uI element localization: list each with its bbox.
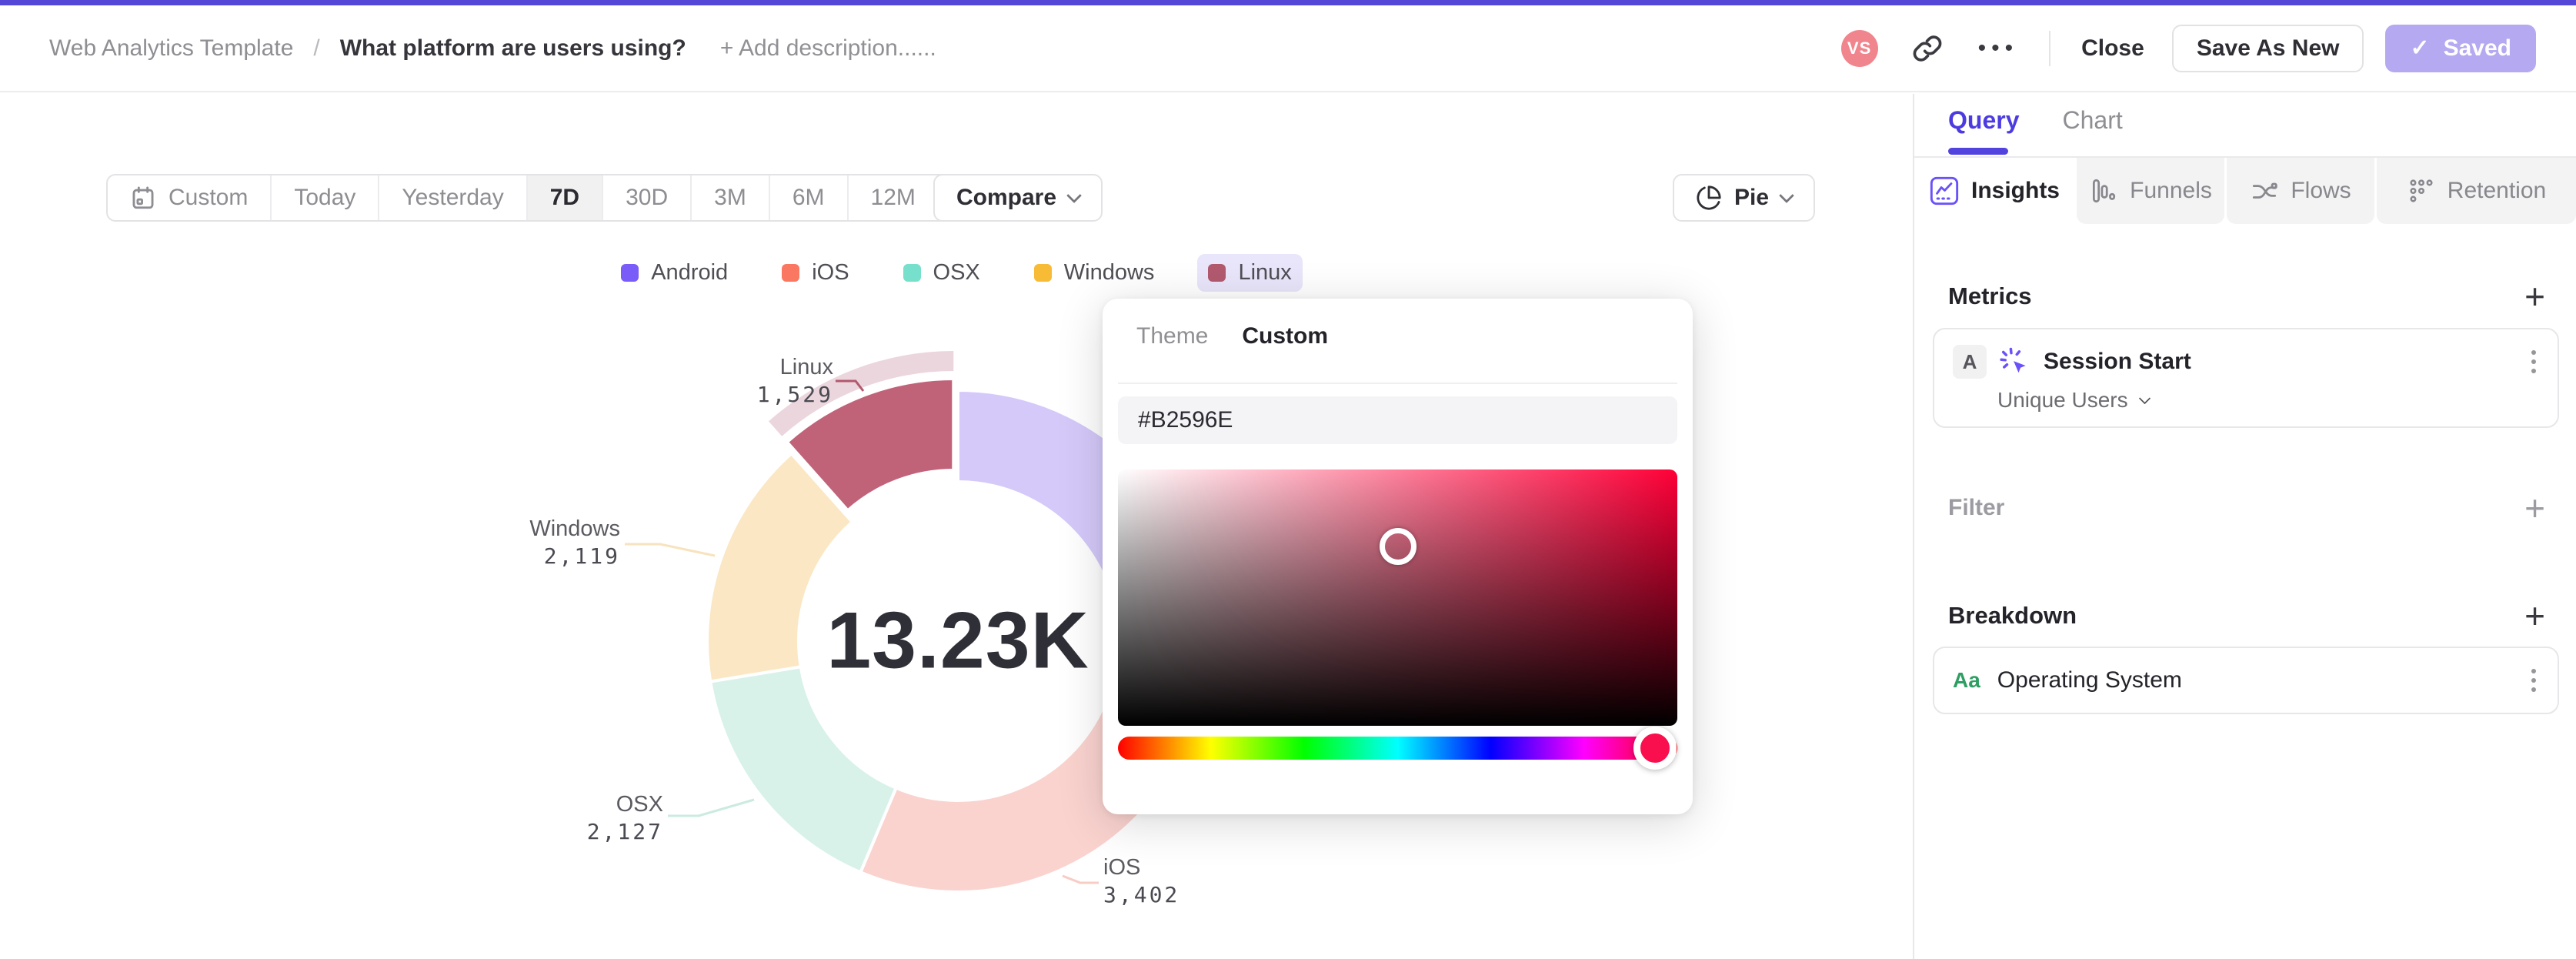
mode-funnels[interactable]: Funnels [2077, 158, 2224, 224]
more-menu-button[interactable]: ••• [1977, 35, 2019, 61]
breakdown-card[interactable]: Aa Operating System [1933, 647, 2559, 714]
check-icon: ✓ [2410, 35, 2430, 61]
tab-chart[interactable]: Chart [2062, 106, 2122, 135]
metric-label: Session Start [2044, 349, 2191, 374]
saturation-cursor[interactable] [1379, 527, 1416, 565]
top-accent-bar [0, 0, 2576, 5]
page-title[interactable]: What platform are users using? [340, 35, 686, 62]
avatar[interactable]: VS [1840, 29, 1878, 67]
hex-color-input[interactable]: #B2596E [1118, 396, 1677, 444]
saturation-gradient-area[interactable] [1118, 469, 1677, 726]
pie-callout-name: iOS [1103, 855, 1141, 880]
chevron-down-icon [2138, 392, 2151, 404]
query-sidebar: Query Chart Insights Funnels Flows Reten… [1913, 94, 2576, 959]
pie-callout-line [625, 543, 716, 557]
aggregation-dropdown[interactable]: Unique Users [1997, 388, 2539, 413]
tab-query[interactable]: Query [1948, 106, 2019, 135]
series-badge: A [1953, 345, 1987, 379]
pie-callout-osx: OSX 2,127 [587, 791, 663, 845]
insight-mode-tabs: Insights Funnels Flows Retention [1914, 158, 2576, 224]
breakdown-kebab-menu[interactable] [2528, 666, 2539, 695]
pie-callout-value: 2,127 [586, 819, 663, 844]
funnels-icon [2093, 179, 2116, 203]
hue-slider-handle[interactable] [1633, 727, 1677, 770]
link-icon [1913, 35, 1941, 62]
pie-callout-windows: Windows 2,119 [529, 516, 620, 570]
breakdown-section-header: Breakdown + [1948, 598, 2545, 633]
breakdown-title: Breakdown [1948, 602, 2077, 629]
mode-label: Retention [2447, 178, 2547, 203]
add-breakdown-button[interactable]: + [2524, 598, 2545, 633]
session-start-icon [2000, 347, 2026, 373]
mode-label: Funnels [2130, 178, 2212, 203]
filter-title: Filter [1948, 495, 2005, 520]
insights-icon [1930, 176, 1959, 206]
close-button[interactable]: Close [2081, 35, 2144, 62]
sidebar-tabs: Query Chart [1948, 106, 2123, 135]
color-picker-popup: Theme Custom #B2596E [1103, 299, 1693, 814]
metric-kebab-menu[interactable] [2528, 347, 2539, 376]
flows-icon [2253, 182, 2278, 199]
header-divider [2049, 30, 2051, 66]
add-description-button[interactable]: + Add description...... [720, 35, 936, 62]
breakdown-label: Operating System [1997, 667, 2182, 693]
more-icon: ••• [1977, 35, 2019, 61]
chart-panel: Custom Today Yesterday 7D 30D 3M 6M 12M … [0, 94, 1913, 959]
pie-callout-linux: Linux 1,529 [757, 354, 833, 408]
saved-button-label: Saved [2443, 35, 2511, 61]
active-tab-underline [1948, 148, 2008, 155]
tab-custom[interactable]: Custom [1242, 323, 1328, 349]
metrics-title: Metrics [1948, 282, 2032, 309]
mode-label: Flows [2291, 178, 2351, 203]
pie-callout-value: 1,529 [756, 382, 833, 407]
pie-callout-name: Linux [779, 355, 833, 379]
pie-callout-name: Windows [529, 516, 620, 541]
mode-retention[interactable]: Retention [2377, 158, 2576, 224]
mode-insights[interactable]: Insights [1914, 158, 2074, 224]
mode-label: Insights [1970, 178, 2060, 203]
picker-divider [1118, 383, 1677, 384]
property-type-icon: Aa [1953, 668, 1980, 692]
pie-callout-line [1062, 874, 1099, 884]
pie-callout-line [668, 798, 755, 817]
mode-flows[interactable]: Flows [2227, 158, 2374, 224]
save-as-new-button[interactable]: Save As New [2171, 24, 2364, 72]
header: Web Analytics Template / What platform a… [0, 5, 2576, 92]
pie-callout-name: OSX [616, 792, 663, 817]
color-picker-tabs: Theme Custom [1136, 323, 1328, 349]
hue-slider[interactable] [1118, 727, 1677, 770]
metric-card[interactable]: A Session Start Unique Users [1933, 328, 2559, 428]
aggregation-label: Unique Users [1997, 388, 2128, 412]
pie-callout-value: 2,119 [543, 543, 620, 569]
pie-center-total: 13.23K [826, 596, 1089, 686]
add-filter-button[interactable]: + [2524, 490, 2545, 526]
breadcrumb-separator: / [313, 35, 320, 61]
pie-callout-ios: iOS 3,402 [1103, 854, 1180, 908]
add-metric-button[interactable]: + [2524, 279, 2545, 314]
breadcrumb[interactable]: Web Analytics Template [49, 35, 293, 62]
filter-section-header: Filter + [1948, 490, 2545, 526]
pie-callout-value: 3,402 [1103, 882, 1180, 907]
metrics-section-header: Metrics + [1948, 279, 2545, 314]
header-actions: VS ••• Close Save As New ✓ Saved [1840, 24, 2536, 72]
tab-theme[interactable]: Theme [1136, 323, 1208, 349]
retention-icon [2410, 179, 2433, 202]
share-link-button[interactable] [1912, 33, 1943, 64]
saved-button[interactable]: ✓ Saved [2385, 24, 2536, 72]
pie-slice-osx[interactable] [709, 665, 898, 874]
